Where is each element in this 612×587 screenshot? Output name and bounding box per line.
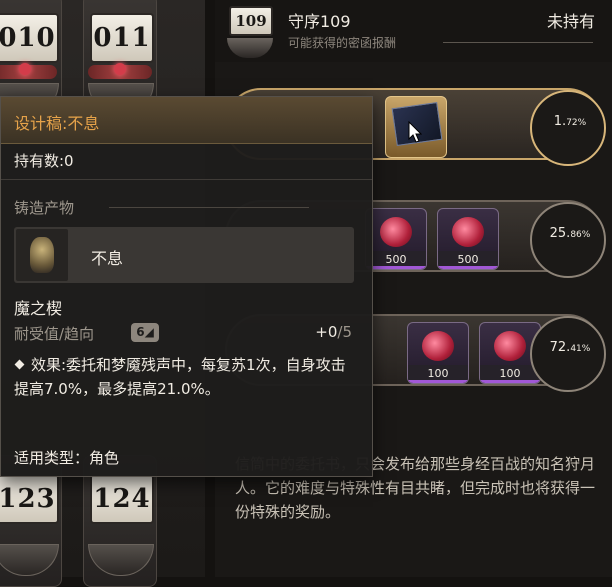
scythe-icon bbox=[88, 544, 154, 576]
page-title: 守序109 bbox=[288, 12, 351, 31]
badge-plate: 123 bbox=[0, 474, 59, 524]
badge-plate: 011 bbox=[90, 13, 154, 63]
section-label: 铸造产物 bbox=[14, 199, 75, 217]
badge-number: 010 bbox=[0, 23, 56, 53]
tolerance-label: 耐受值/趋向 bbox=[14, 325, 95, 343]
gem-icon bbox=[114, 63, 126, 75]
reward-item-blueprint[interactable] bbox=[385, 96, 447, 158]
reward-item[interactable]: 500 bbox=[437, 208, 499, 270]
divider bbox=[1, 179, 372, 180]
header-badge-number: 109 bbox=[229, 6, 273, 36]
cursor-icon bbox=[408, 121, 422, 143]
applicable-type: 适用类型：角色 bbox=[14, 449, 120, 467]
drop-probability: 25.86% bbox=[549, 226, 591, 241]
beast-icon bbox=[30, 237, 54, 273]
reward-item[interactable]: 100 bbox=[407, 322, 469, 384]
owned-count: 持有数:0 bbox=[14, 152, 74, 170]
badge-plate: 010 bbox=[0, 13, 59, 63]
badge-number: 011 bbox=[93, 23, 151, 53]
effect-text: 效果:委托和梦魇残声中，每复苏1次，自身攻击提高7.0%，最多提高21.0%。 bbox=[14, 356, 346, 398]
gem-icon bbox=[19, 63, 31, 75]
divider bbox=[109, 207, 309, 208]
scythe-icon bbox=[227, 38, 273, 58]
badge-number: 124 bbox=[93, 484, 151, 514]
scythe-icon bbox=[0, 544, 59, 576]
rewards-subtitle: 可能获得的密函报酬 bbox=[288, 36, 397, 50]
item-name: 魔之楔 bbox=[14, 299, 63, 318]
tooltip-header: 设计稿:不息 bbox=[1, 97, 372, 144]
divider bbox=[443, 42, 593, 43]
drop-probability: 1.72% bbox=[553, 114, 587, 129]
product-icon bbox=[16, 229, 68, 281]
reward-item[interactable]: 500 bbox=[365, 208, 427, 270]
crystal-icon bbox=[494, 331, 526, 361]
tolerance-value: +0/5 bbox=[315, 323, 352, 341]
badge-number: 123 bbox=[0, 484, 56, 514]
badge-plate: 124 bbox=[90, 474, 154, 524]
tooltip-title: 设计稿:不息 bbox=[14, 114, 100, 133]
polarity-icon: 66◢ bbox=[131, 323, 159, 342]
product-name: 不息 bbox=[91, 249, 124, 268]
item-tooltip: 设计稿:不息 持有数:0 铸造产物 不息 魔之楔 耐受值/趋向 66◢ +0/5… bbox=[0, 96, 373, 477]
panel-header: 109 守序109 未持有 可能获得的密函报酬 bbox=[215, 0, 612, 62]
bullet-diamond-icon bbox=[14, 359, 25, 370]
product-row[interactable]: 不息 bbox=[14, 227, 354, 283]
header-badge-icon: 109 bbox=[225, 4, 275, 62]
crystal-icon bbox=[380, 217, 412, 247]
crystal-icon bbox=[422, 331, 454, 361]
crystal-icon bbox=[452, 217, 484, 247]
ownership-status: 未持有 bbox=[546, 12, 595, 31]
drop-probability: 72.41% bbox=[549, 340, 591, 355]
